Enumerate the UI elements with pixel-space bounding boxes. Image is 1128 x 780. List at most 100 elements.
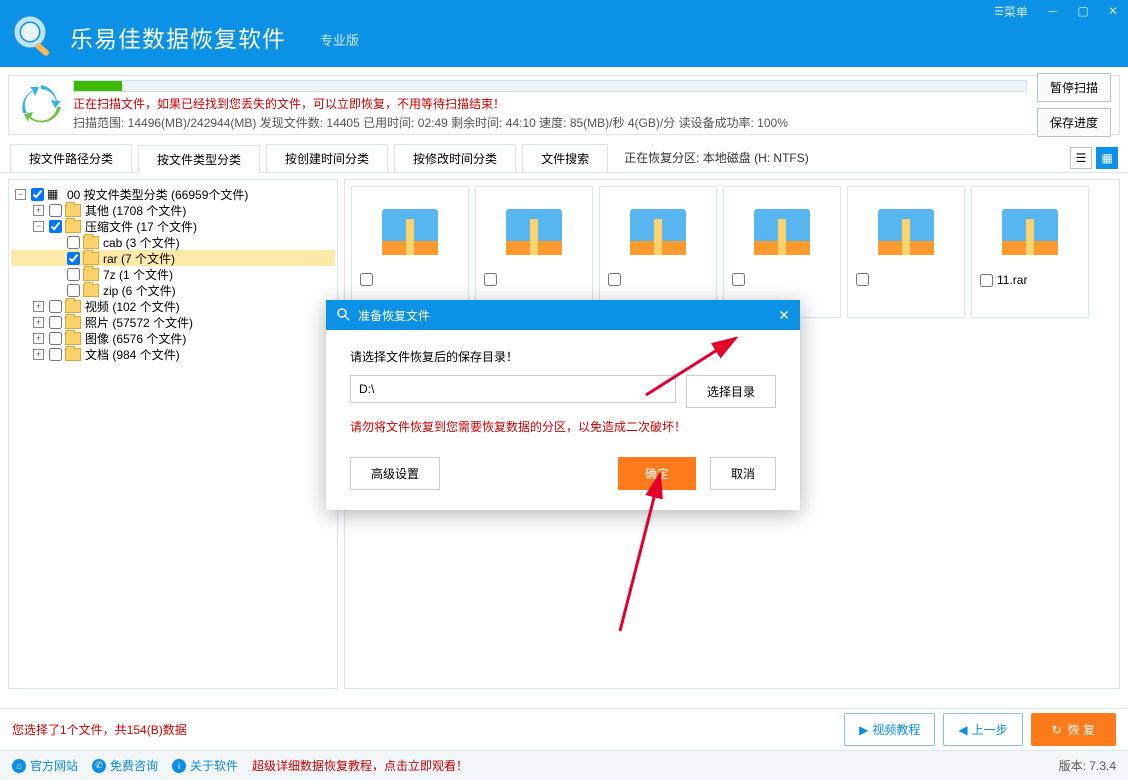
partition-label: 正在恢复分区: 本地磁盘 (H: NTFS) xyxy=(624,149,809,166)
recycle-icon xyxy=(17,81,65,129)
app-subtitle: 专业版 xyxy=(320,30,359,49)
tree-checkbox[interactable] xyxy=(49,316,62,329)
zip-icon xyxy=(1002,209,1058,255)
file-checkbox[interactable] xyxy=(484,273,497,286)
tab-by-modified[interactable]: 按修改时间分类 xyxy=(394,144,516,172)
expand-toggle[interactable]: + xyxy=(33,205,44,216)
tree-checkbox[interactable] xyxy=(49,348,62,361)
maximize-button[interactable]: ▢ xyxy=(1068,0,1098,22)
tree-node[interactable]: + 文档 (984 个文件) xyxy=(11,346,335,362)
folder-icon xyxy=(65,300,81,313)
tree-checkbox[interactable] xyxy=(67,284,80,297)
folder-icon xyxy=(65,332,81,345)
tree-node[interactable]: + 照片 (57572 个文件) xyxy=(11,314,335,330)
tree-node[interactable]: −▦00 按文件类型分类 (66959个文件) xyxy=(11,186,335,202)
folder-icon xyxy=(83,236,99,249)
dialog-label: 请选择文件恢复后的保存目录！ xyxy=(350,348,776,365)
promo-link[interactable]: 超级详细数据恢复教程，点击立即观看！ xyxy=(252,757,468,774)
tree-label: cab (3 个文件) xyxy=(103,234,180,251)
file-checkbox[interactable] xyxy=(856,273,869,286)
app-logo xyxy=(12,14,56,61)
footer: ⌂官方网站 ✆免费咨询 i关于软件 超级详细数据恢复教程，点击立即观看！ 版本:… xyxy=(0,750,1128,780)
save-progress-button[interactable]: 保存进度 xyxy=(1037,108,1111,137)
file-checkbox[interactable] xyxy=(608,273,621,286)
tab-by-type[interactable]: 按文件类型分类 xyxy=(138,145,260,173)
file-checkbox[interactable] xyxy=(732,273,745,286)
tree-checkbox[interactable] xyxy=(67,252,80,265)
expand-toggle[interactable]: + xyxy=(33,317,44,328)
zip-icon xyxy=(878,209,934,255)
search-icon xyxy=(336,307,352,323)
tabs-row: 按文件路径分类 按文件类型分类 按创建时间分类 按修改时间分类 文件搜索 正在恢… xyxy=(0,143,1128,173)
tree-label: 文档 (984 个文件) xyxy=(85,346,180,363)
tree-checkbox[interactable] xyxy=(31,188,44,201)
view-list-button[interactable]: ☰ xyxy=(1070,147,1092,169)
zip-icon xyxy=(630,209,686,255)
file-checkbox[interactable] xyxy=(980,274,993,287)
scan-stats: 扫描范围: 14496(MB)/242944(MB) 发现文件数: 14405 … xyxy=(73,114,1027,131)
folder-icon xyxy=(83,268,99,281)
pause-scan-button[interactable]: 暂停扫描 xyxy=(1037,73,1111,102)
expand-toggle[interactable]: + xyxy=(33,333,44,344)
expand-toggle[interactable]: − xyxy=(15,189,26,200)
tree-node[interactable]: cab (3 个文件) xyxy=(11,234,335,250)
file-item[interactable] xyxy=(847,186,965,318)
file-item[interactable] xyxy=(475,186,593,318)
recover-button[interactable]: ↻ 恢 复 xyxy=(1031,713,1116,746)
expand-toggle[interactable]: + xyxy=(33,349,44,360)
tree-node[interactable]: + 图像 (6576 个文件) xyxy=(11,330,335,346)
expand-toggle[interactable]: + xyxy=(33,301,44,312)
file-label: 11.rar xyxy=(997,273,1080,287)
zip-icon xyxy=(382,209,438,255)
file-item[interactable]: 11.rar xyxy=(971,186,1089,318)
video-tutorial-button[interactable]: ▶ 视频教程 xyxy=(844,713,935,746)
about-link[interactable]: i关于软件 xyxy=(172,757,238,774)
cancel-button[interactable]: 取消 xyxy=(710,457,776,490)
tab-by-created[interactable]: 按创建时间分类 xyxy=(266,144,388,172)
tree-node[interactable]: +视频 (102 个文件) xyxy=(11,298,335,314)
tree-label: 压缩文件 (17 个文件) xyxy=(85,218,197,235)
expand-toggle[interactable]: − xyxy=(33,221,44,232)
view-grid-button[interactable]: ▦ xyxy=(1096,147,1118,169)
folder-icon xyxy=(65,316,81,329)
zip-icon xyxy=(506,209,562,255)
close-button[interactable]: ✕ xyxy=(1098,0,1128,22)
tree-node[interactable]: zip (6 个文件) xyxy=(11,282,335,298)
prev-step-button[interactable]: ◀ 上一步 xyxy=(943,713,1022,746)
save-path-input[interactable] xyxy=(350,375,676,403)
tree-label: 其他 (1708 个文件) xyxy=(85,202,186,219)
tree-checkbox[interactable] xyxy=(49,300,62,313)
folder-icon xyxy=(65,204,81,217)
tab-search[interactable]: 文件搜索 xyxy=(522,144,608,172)
tree-checkbox[interactable] xyxy=(49,220,62,233)
free-consult-link[interactable]: ✆免费咨询 xyxy=(92,757,158,774)
tree-node[interactable]: rar (7 个文件) xyxy=(11,250,335,266)
file-tree[interactable]: −▦00 按文件类型分类 (66959个文件) + 其他 (1708 个文件) − 压缩… xyxy=(8,179,338,689)
folder-icon xyxy=(83,252,99,265)
file-item[interactable] xyxy=(351,186,469,318)
folder-icon xyxy=(65,220,81,233)
menu-button[interactable]: ☰ 菜单 xyxy=(984,0,1038,22)
dialog-title: 准备恢复文件 xyxy=(358,307,430,324)
choose-dir-button[interactable]: 选择目录 xyxy=(686,375,776,408)
ok-button[interactable]: 确定 xyxy=(618,457,696,490)
official-site-link[interactable]: ⌂官方网站 xyxy=(12,757,78,774)
file-checkbox[interactable] xyxy=(360,273,373,286)
zip-icon xyxy=(754,209,810,255)
tree-node[interactable]: − 压缩文件 (17 个文件) xyxy=(11,218,335,234)
tree-checkbox[interactable] xyxy=(49,332,62,345)
file-item[interactable] xyxy=(723,186,841,318)
dialog-close-button[interactable]: ✕ xyxy=(778,307,790,324)
file-item[interactable] xyxy=(599,186,717,318)
tree-label: 照片 (57572 个文件) xyxy=(85,314,193,331)
advanced-settings-button[interactable]: 高级设置 xyxy=(350,457,440,490)
tree-label: rar (7 个文件) xyxy=(103,250,175,267)
tree-checkbox[interactable] xyxy=(49,204,62,217)
tree-checkbox[interactable] xyxy=(67,268,80,281)
tree-label: 图像 (6576 个文件) xyxy=(85,330,186,347)
minimize-button[interactable]: ─ xyxy=(1038,0,1068,22)
tree-checkbox[interactable] xyxy=(67,236,80,249)
tree-node[interactable]: 7z (1 个文件) xyxy=(11,266,335,282)
tab-by-path[interactable]: 按文件路径分类 xyxy=(10,144,132,172)
tree-node[interactable]: + 其他 (1708 个文件) xyxy=(11,202,335,218)
